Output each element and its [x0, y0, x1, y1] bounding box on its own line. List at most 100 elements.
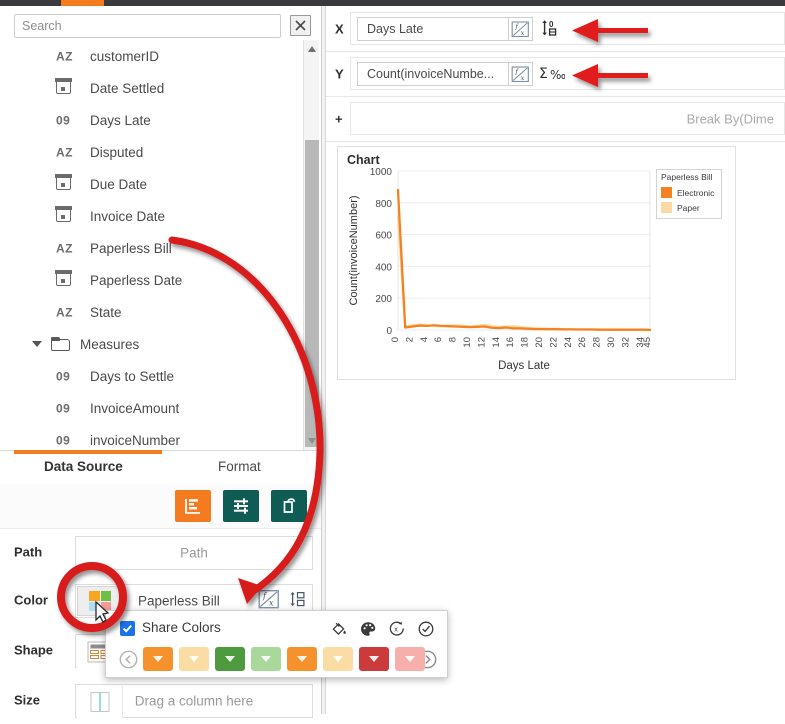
encoding-y-pill[interactable]: Count(invoiceNumbe...	[357, 62, 533, 86]
x-tick-label: 20	[534, 337, 545, 348]
palette-swatch[interactable]	[287, 647, 317, 671]
y-tick-label: 0	[386, 326, 392, 337]
chevron-left-circle-icon[interactable]	[118, 649, 139, 673]
calendar-icon	[55, 270, 72, 286]
palette-swatch[interactable]	[395, 647, 425, 671]
legend-swatch	[661, 202, 672, 213]
chart-legend[interactable]: Paperless Bill Electronic Paper	[656, 169, 722, 219]
encoding-x-pill[interactable]: Days Late	[357, 17, 533, 41]
color-palette-popup[interactable]: Share Colors x	[105, 610, 448, 678]
svg-text:x: x	[269, 599, 274, 608]
chevron-down-icon[interactable]	[405, 656, 415, 662]
search-input[interactable]	[14, 14, 281, 38]
x-tick-label: 4	[419, 337, 430, 342]
caret-down-icon[interactable]	[308, 438, 316, 444]
caret-up-icon[interactable]	[308, 46, 316, 52]
palette-swatch[interactable]	[323, 647, 353, 671]
fx-icon[interactable]: f x	[508, 17, 533, 41]
shelf-size-dropzone[interactable]: Drag a column here	[75, 684, 313, 718]
palette-swatch[interactable]	[215, 647, 245, 671]
field-list-item[interactable]: 09 Days to Settle	[0, 360, 303, 392]
share-colors-checkbox[interactable]	[120, 621, 135, 636]
field-list-item[interactable]: 09 Days Late	[0, 104, 303, 136]
chevron-down-icon[interactable]	[261, 656, 271, 662]
sort-icon[interactable]	[289, 590, 308, 612]
field-list-item[interactable]: AZ Paperless Bill	[0, 232, 303, 264]
encoding-x-letter: X	[335, 21, 344, 36]
panel-divider	[321, 6, 322, 714]
legend-item[interactable]: Electronic	[661, 187, 714, 198]
field-list-item[interactable]: 09 InvoiceAmount	[0, 392, 303, 424]
field-list-item[interactable]: 09 invoiceNumber	[0, 424, 303, 450]
svg-text:x: x	[521, 29, 525, 37]
chevron-down-icon[interactable]	[189, 656, 199, 662]
fx-icon[interactable]: f x	[508, 62, 533, 86]
legend-label: Electronic	[677, 187, 715, 198]
palette-icon[interactable]	[359, 620, 377, 641]
close-x-icon[interactable]	[290, 15, 311, 36]
field-list-item-label: Days Late	[90, 112, 151, 128]
field-list-scrollbar[interactable]	[303, 40, 319, 450]
shelf-color-label: Color	[14, 592, 48, 608]
svg-text:x: x	[394, 625, 398, 634]
x-tick-label: 8	[448, 337, 459, 342]
palette-swatch[interactable]	[143, 647, 173, 671]
paint-bucket-icon[interactable]	[330, 620, 348, 641]
shelf-path-label: Path	[14, 544, 43, 560]
field-list[interactable]: AZ customerID Date Settled 09 Days Late AZ Dis…	[0, 40, 303, 450]
chevron-down-icon[interactable]	[32, 341, 42, 347]
number-icon: 09	[56, 401, 71, 416]
svg-text:0: 0	[549, 20, 554, 29]
x-tick-label: 12	[476, 337, 487, 348]
calendar-icon	[55, 78, 72, 94]
y-tick-label: 400	[375, 262, 392, 273]
field-list-item-label: State	[90, 304, 122, 320]
field-group-measures[interactable]: Measures	[0, 328, 303, 360]
chevron-down-icon[interactable]	[225, 656, 235, 662]
field-list-item[interactable]: Due Date	[0, 168, 303, 200]
data-source-panel: AZ customerID Date Settled 09 Days Late AZ Dis…	[0, 6, 321, 718]
scrollbar-thumb[interactable]	[305, 140, 319, 447]
confirm-icon[interactable]	[417, 620, 435, 641]
x-tick-label: 2	[404, 337, 415, 342]
field-list-item[interactable]: Paperless Date	[0, 264, 303, 296]
calendar-icon	[55, 206, 72, 222]
tab-data-source[interactable]: Data Source	[44, 459, 123, 474]
field-list-item-label: Paperless Bill	[90, 240, 172, 256]
field-list-item[interactable]: AZ Disputed	[0, 136, 303, 168]
x-tick-label: 22	[548, 337, 559, 348]
rotate-page-icon[interactable]	[271, 490, 307, 522]
palette-swatch[interactable]	[251, 647, 281, 671]
field-list-item[interactable]: Date Settled	[0, 72, 303, 104]
bar-chart-icon[interactable]	[175, 490, 211, 522]
chevron-down-icon[interactable]	[369, 656, 379, 662]
legend-swatch	[661, 187, 672, 198]
chevron-down-icon[interactable]	[333, 656, 343, 662]
shelf-shape-label: Shape	[14, 642, 54, 658]
field-list-item[interactable]: AZ customerID	[0, 40, 303, 72]
sort-ascending-icon[interactable]: 0	[541, 18, 560, 41]
encoding-add-letter[interactable]: +	[335, 111, 343, 126]
reset-icon[interactable]: x	[388, 620, 406, 641]
shelf-size-placeholder: Drag a column here	[134, 693, 254, 709]
search-row	[0, 12, 321, 40]
svg-text:‱: ‱	[550, 68, 565, 82]
field-list-item[interactable]: AZ State	[0, 296, 303, 328]
chart-card: Chart 0 200 400 600 800 1000 Count(invoiceNumb…	[337, 146, 736, 380]
break-by-dropzone[interactable]: Break By(Dime	[350, 102, 785, 135]
mark-toolbar	[0, 484, 321, 529]
sigma-percent-icon[interactable]: Σ ‱	[539, 64, 571, 86]
palette-swatch[interactable]	[179, 647, 209, 671]
x-tick-label: 45	[642, 337, 653, 348]
x-tick-label: 10	[462, 337, 473, 348]
legend-item[interactable]: Paper	[661, 202, 700, 213]
chevron-down-icon[interactable]	[153, 656, 163, 662]
chevron-down-icon[interactable]	[297, 656, 307, 662]
encoding-row-x: X Days Late f x 0	[326, 6, 785, 52]
field-list-item[interactable]: Invoice Date	[0, 200, 303, 232]
tab-format[interactable]: Format	[218, 459, 261, 474]
filter-icon[interactable]	[223, 490, 259, 522]
shelf-path-dropzone[interactable]: Path	[75, 536, 313, 570]
az-text-icon: AZ	[56, 145, 73, 160]
palette-swatch[interactable]	[359, 647, 389, 671]
